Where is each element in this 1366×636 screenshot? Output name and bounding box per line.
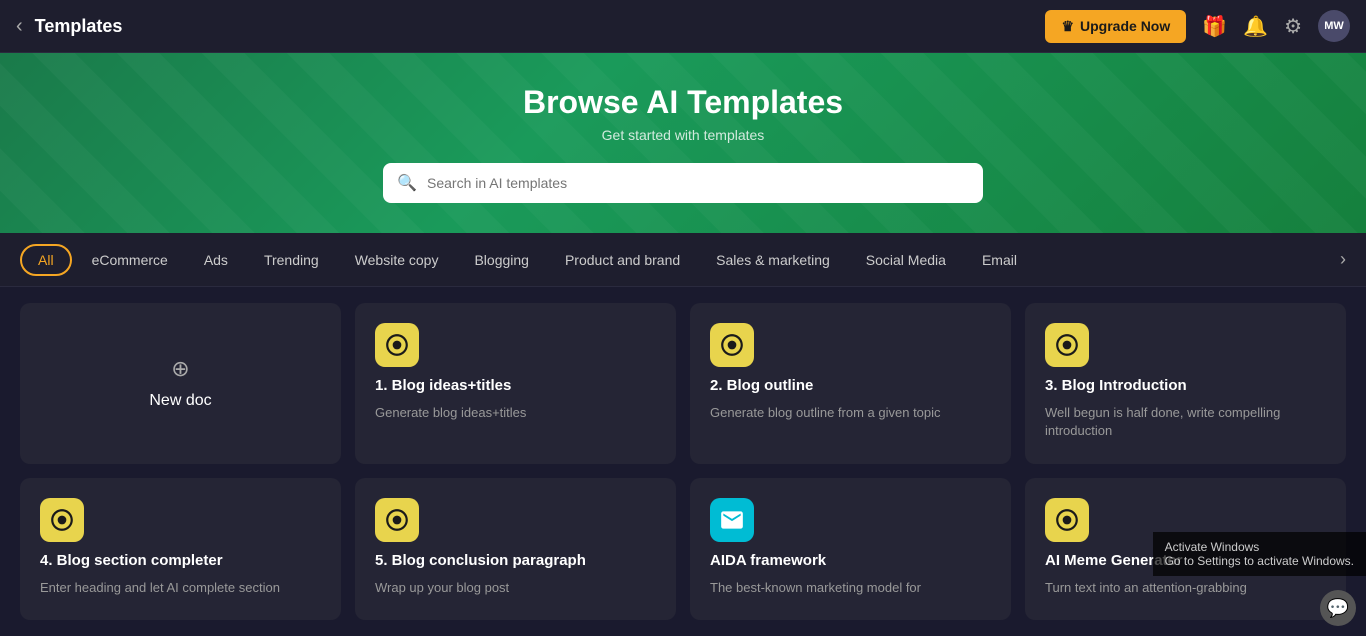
- template-icon-meme: [1045, 498, 1089, 542]
- tab-all[interactable]: All: [20, 244, 72, 276]
- card-title: 4. Blog section completer: [40, 552, 321, 569]
- plus-circle-icon: ⊕: [171, 356, 189, 382]
- avatar[interactable]: MW: [1318, 10, 1350, 42]
- avatar-label: MW: [1324, 20, 1344, 32]
- card-title: AI Meme Generator: [1045, 552, 1326, 569]
- tab-ads[interactable]: Ads: [188, 244, 244, 276]
- card-desc: Enter heading and let AI complete sectio…: [40, 579, 321, 597]
- new-doc-card[interactable]: ⊕ New doc: [20, 303, 341, 464]
- cards-grid: ⊕ New doc 1. Blog ideas+titles Generate …: [0, 287, 1366, 636]
- template-icon-blog-intro: [1045, 323, 1089, 367]
- card-title: 5. Blog conclusion paragraph: [375, 552, 656, 569]
- card-desc: Well begun is half done, write compellin…: [1045, 404, 1326, 440]
- page-title: Templates: [35, 16, 1046, 37]
- search-input[interactable]: [383, 163, 983, 203]
- crown-icon: ♛: [1061, 18, 1074, 35]
- template-card-meme[interactable]: AI Meme Generator Turn text into an atte…: [1025, 478, 1346, 620]
- card-title: AIDA framework: [710, 552, 991, 569]
- search-icon: 🔍: [397, 173, 417, 193]
- new-doc-label: New doc: [149, 392, 211, 410]
- header-actions: ♛ Upgrade Now 🎁 🔔 ⚙ MW: [1045, 10, 1350, 43]
- template-card-aida[interactable]: AIDA framework The best-known marketing …: [690, 478, 1011, 620]
- template-card-blog-ideas[interactable]: 1. Blog ideas+titles Generate blog ideas…: [355, 303, 676, 464]
- template-card-blog-outline[interactable]: 2. Blog outline Generate blog outline fr…: [690, 303, 1011, 464]
- template-card-blog-conclusion[interactable]: 5. Blog conclusion paragraph Wrap up you…: [355, 478, 676, 620]
- tab-product-brand[interactable]: Product and brand: [549, 244, 696, 276]
- template-card-blog-section[interactable]: 4. Blog section completer Enter heading …: [20, 478, 341, 620]
- tab-trending[interactable]: Trending: [248, 244, 335, 276]
- search-bar: 🔍: [383, 163, 983, 203]
- tab-email[interactable]: Email: [966, 244, 1033, 276]
- chat-bubble-button[interactable]: 💬: [1320, 590, 1356, 626]
- card-desc: Generate blog ideas+titles: [375, 404, 656, 422]
- upgrade-label: Upgrade Now: [1080, 18, 1170, 34]
- banner-section: Browse AI Templates Get started with tem…: [0, 53, 1366, 233]
- template-icon-blog-conclusion: [375, 498, 419, 542]
- card-desc: The best-known marketing model for: [710, 579, 991, 597]
- banner-title: Browse AI Templates: [523, 84, 843, 121]
- app-header: ‹ Templates ♛ Upgrade Now 🎁 🔔 ⚙ MW: [0, 0, 1366, 53]
- card-desc: Turn text into an attention-grabbing: [1045, 579, 1326, 597]
- category-bar: All eCommerce Ads Trending Website copy …: [0, 233, 1366, 287]
- bell-icon[interactable]: 🔔: [1243, 14, 1268, 39]
- tab-ecommerce[interactable]: eCommerce: [76, 244, 184, 276]
- card-title: 2. Blog outline: [710, 377, 991, 394]
- template-icon-blog-ideas: [375, 323, 419, 367]
- tab-sales-marketing[interactable]: Sales & marketing: [700, 244, 846, 276]
- template-icon-blog-section: [40, 498, 84, 542]
- upgrade-button[interactable]: ♛ Upgrade Now: [1045, 10, 1186, 43]
- template-card-blog-intro[interactable]: 3. Blog Introduction Well begun is half …: [1025, 303, 1346, 464]
- tab-blogging[interactable]: Blogging: [458, 244, 545, 276]
- template-icon-aida: [710, 498, 754, 542]
- card-desc: Generate blog outline from a given topic: [710, 404, 991, 422]
- settings-icon[interactable]: ⚙: [1284, 14, 1302, 39]
- tab-social-media[interactable]: Social Media: [850, 244, 962, 276]
- banner-subtitle: Get started with templates: [602, 127, 765, 143]
- gift-icon[interactable]: 🎁: [1202, 14, 1227, 39]
- tab-website-copy[interactable]: Website copy: [339, 244, 455, 276]
- card-desc: Wrap up your blog post: [375, 579, 656, 597]
- template-icon-blog-outline: [710, 323, 754, 367]
- card-title: 1. Blog ideas+titles: [375, 377, 656, 394]
- chevron-right-icon[interactable]: ›: [1340, 249, 1346, 270]
- card-title: 3. Blog Introduction: [1045, 377, 1326, 394]
- back-button[interactable]: ‹: [16, 15, 23, 38]
